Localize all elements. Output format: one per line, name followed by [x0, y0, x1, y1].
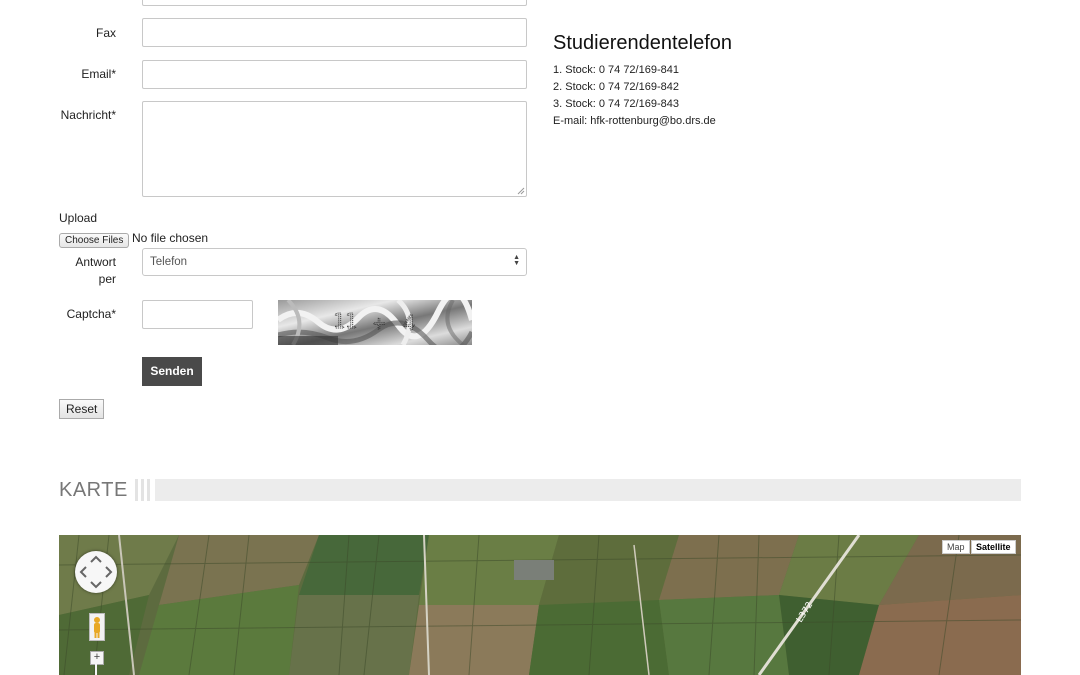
- message-label: Nachricht*: [60, 108, 116, 122]
- contact-email: E-mail: hfk-rottenburg@bo.drs.de: [553, 115, 716, 127]
- answer-label-line2: per: [98, 272, 116, 286]
- fax-field[interactable]: [142, 18, 527, 47]
- contact-line-1: 1. Stock: 0 74 72/169-841: [553, 64, 679, 76]
- map-type-satellite-button[interactable]: Satellite: [971, 540, 1016, 554]
- send-button[interactable]: Senden: [142, 357, 202, 386]
- select-arrows-icon: ▲ ▼: [513, 254, 520, 267]
- contact-line-3: 3. Stock: 0 74 72/169-843: [553, 98, 679, 110]
- section-stripe: [147, 479, 150, 501]
- section-title-map: KARTE: [59, 479, 128, 501]
- captcha-image: 11 + 4: [278, 300, 472, 345]
- map-view[interactable]: L372 + Map Satellite: [59, 535, 1021, 675]
- svg-text:11: 11: [333, 309, 357, 333]
- captcha-label: Captcha*: [66, 307, 116, 321]
- resize-handle-icon[interactable]: [517, 187, 525, 195]
- captcha-field[interactable]: [142, 300, 253, 329]
- svg-text:+: +: [373, 311, 385, 335]
- satellite-imagery: L372: [59, 535, 1021, 675]
- reset-button[interactable]: Reset: [59, 399, 105, 419]
- section-stripe: [141, 479, 144, 501]
- zoom-in-button[interactable]: +: [90, 651, 104, 665]
- answer-select[interactable]: Telefon ▲ ▼: [142, 248, 527, 276]
- fax-label: Fax: [95, 26, 116, 40]
- email-field[interactable]: [142, 60, 527, 89]
- answer-select-value: Telefon: [150, 256, 188, 268]
- pegman-icon[interactable]: [89, 613, 105, 641]
- upload-label: Upload: [59, 211, 98, 225]
- message-textarea[interactable]: [142, 101, 527, 197]
- contact-line-2: 2. Stock: 0 74 72/169-842: [553, 81, 679, 93]
- pan-arrows-icon: [79, 555, 113, 589]
- choose-files-button[interactable]: Choose Files: [59, 233, 130, 248]
- email-label: Email*: [81, 67, 116, 81]
- answer-label-line1: Antwort: [75, 255, 116, 269]
- pan-control[interactable]: [75, 551, 117, 593]
- contact-title: Studierendentelefon: [553, 32, 733, 54]
- no-file-text: No file chosen: [132, 231, 209, 245]
- section-divider: [155, 479, 1021, 501]
- plus-icon: +: [93, 651, 101, 663]
- zoom-slider-track[interactable]: [95, 664, 97, 675]
- map-type-map-button[interactable]: Map: [942, 540, 970, 554]
- svg-text:4: 4: [403, 311, 415, 335]
- section-stripe: [135, 479, 138, 501]
- top-input[interactable]: [142, 0, 527, 6]
